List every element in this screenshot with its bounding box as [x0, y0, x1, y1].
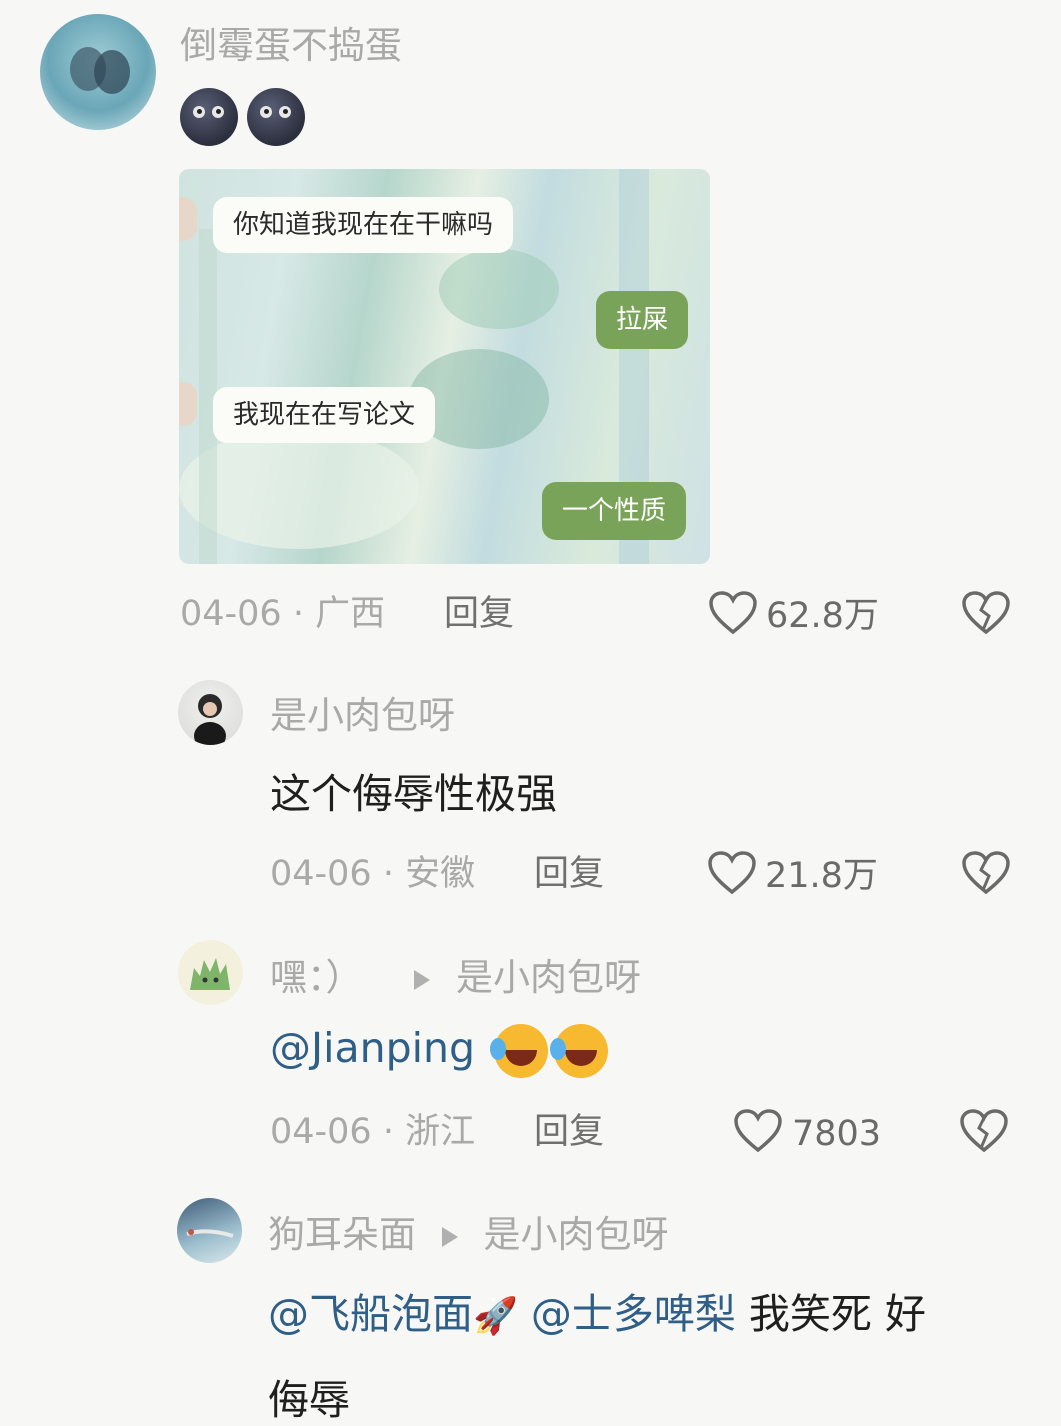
- comment-meta: 04-06 · 安徽: [270, 852, 475, 896]
- avatar-image: [186, 1229, 234, 1238]
- comment-author-row: 狗耳朵面 是小肉包呀: [268, 1213, 669, 1257]
- mention-link[interactable]: @Jianping: [270, 1024, 475, 1072]
- comment-location: 浙江: [405, 1112, 476, 1152]
- reply-to-author[interactable]: 是小肉包呀: [456, 956, 641, 999]
- new-moon-face-icon: [180, 88, 238, 146]
- separator: ·: [382, 1112, 394, 1152]
- comment-author[interactable]: 倒霉蛋不捣蛋: [180, 24, 402, 68]
- like-count: 62.8万: [766, 596, 879, 636]
- avatar[interactable]: [178, 940, 243, 1005]
- chat-avatar: [179, 382, 197, 426]
- emoji-row: [180, 88, 309, 146]
- avatar-image: [70, 47, 130, 94]
- comment-date: 04-06: [270, 854, 372, 894]
- comment-image[interactable]: 你知道我现在在干嘛吗 拉屎 我现在在写论文 一个性质: [179, 169, 710, 564]
- comment-text-line2: 侮辱: [268, 1376, 350, 1424]
- like-count: 7803: [792, 1114, 882, 1154]
- mention-link[interactable]: @士多啤梨: [531, 1290, 736, 1338]
- comment-author[interactable]: 狗耳朵面: [268, 1213, 416, 1256]
- comment-text: @Jianping: [270, 1022, 609, 1078]
- comment-author-row: 嘿：） 是小肉包呀: [270, 956, 641, 1000]
- avatar[interactable]: [177, 1198, 242, 1263]
- comment-meta: 04-06 · 浙江: [270, 1110, 475, 1154]
- chat-bubble-right: 拉屎: [596, 291, 689, 349]
- like-count: 21.8万: [765, 856, 878, 896]
- reply-button[interactable]: 回复: [534, 1110, 604, 1154]
- laughing-crying-icon: [490, 1024, 549, 1078]
- mention-link[interactable]: @飞船泡面: [268, 1290, 473, 1338]
- separator: ·: [292, 594, 304, 634]
- triangle-right-icon: [441, 1226, 458, 1247]
- new-moon-face-icon: [247, 88, 306, 146]
- separator: ·: [382, 854, 394, 894]
- comment-text: 这个侮辱性极强: [270, 770, 557, 818]
- comment-date: 04-06: [180, 594, 282, 634]
- comment-author[interactable]: 嘿：）: [270, 956, 363, 999]
- comment-text-tail: 我笑死 好: [748, 1290, 926, 1338]
- broken-heart-icon[interactable]: [959, 1108, 1009, 1154]
- comment-location: 安徽: [405, 854, 476, 894]
- comment-author[interactable]: 是小肉包呀: [270, 694, 455, 738]
- triangle-right-icon: [414, 969, 431, 990]
- reply-to-author[interactable]: 是小肉包呀: [484, 1213, 669, 1256]
- comment-text: @飞船泡面🚀 @士多啤梨 我笑死 好: [268, 1288, 926, 1343]
- reply-button[interactable]: 回复: [444, 592, 514, 636]
- chat-bubble-right: 一个性质: [542, 482, 687, 540]
- broken-heart-icon[interactable]: [961, 590, 1011, 636]
- chat-bubble-left: 我现在在写论文: [213, 387, 436, 443]
- broken-heart-icon[interactable]: [961, 850, 1011, 896]
- chat-avatar: [179, 197, 197, 241]
- reply-button[interactable]: 回复: [534, 852, 604, 896]
- laughing-crying-icon: [550, 1024, 609, 1078]
- rocket-icon: 🚀: [473, 1296, 518, 1337]
- avatar-image: [190, 958, 230, 990]
- heart-outline-icon[interactable]: [708, 590, 758, 636]
- chat-bubble-left: 你知道我现在在干嘛吗: [213, 197, 514, 253]
- comment-location: 广西: [315, 594, 386, 634]
- comment-meta: 04-06 · 广西: [180, 592, 385, 636]
- heart-outline-icon[interactable]: [707, 850, 757, 896]
- avatar-image: [194, 694, 226, 745]
- avatar[interactable]: [40, 14, 156, 130]
- comment-date: 04-06: [270, 1112, 372, 1152]
- heart-outline-icon[interactable]: [733, 1108, 783, 1154]
- avatar[interactable]: [178, 680, 243, 745]
